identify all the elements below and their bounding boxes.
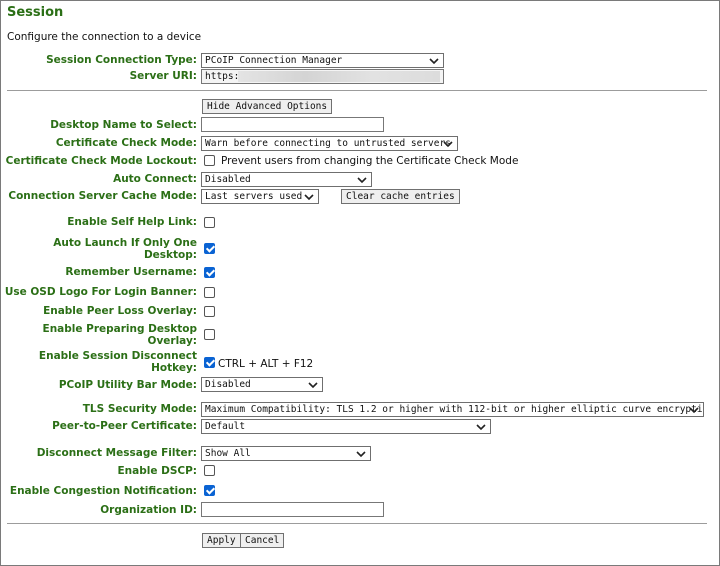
apply-button[interactable]: Apply (202, 533, 241, 548)
connection-type-label: Session Connection Type: (46, 54, 197, 66)
self-help-checkbox[interactable] (204, 217, 215, 228)
cache-mode-select[interactable]: Last servers used (201, 189, 319, 204)
chevron-down-icon (304, 194, 314, 201)
chevron-down-icon (356, 451, 366, 458)
cert-lockout-text: Prevent users from changing the Certific… (221, 155, 519, 167)
congestion-label: Enable Congestion Notification: (9, 485, 197, 497)
server-uri-label: Server URI: (129, 70, 197, 82)
tls-mode-select[interactable]: Maximum Compatibility: TLS 1.2 or higher… (201, 402, 704, 417)
p2p-cert-label: Peer-to-Peer Certificate: (52, 420, 197, 432)
page-subtitle: Configure the connection to a device (7, 31, 202, 43)
osd-logo-checkbox[interactable] (204, 287, 215, 298)
congestion-checkbox[interactable] (204, 485, 215, 496)
disconnect-hotkey-text: CTRL + ALT + F12 (218, 358, 314, 370)
cancel-button[interactable]: Cancel (240, 533, 285, 548)
chevron-down-icon (429, 58, 439, 65)
peer-loss-label: Enable Peer Loss Overlay: (43, 305, 197, 317)
disconnect-filter-select[interactable]: Show All (201, 446, 371, 461)
dscp-checkbox[interactable] (204, 465, 215, 476)
osd-logo-label: Use OSD Logo For Login Banner: (4, 286, 197, 298)
chevron-down-icon (689, 407, 699, 414)
cache-mode-label: Connection Server Cache Mode: (8, 190, 197, 202)
preparing-overlay-checkbox[interactable] (204, 329, 215, 340)
auto-connect-label: Auto Connect: (113, 173, 197, 185)
chevron-down-icon (476, 424, 486, 431)
remember-username-label: Remember Username: (65, 266, 197, 278)
disconnect-filter-label: Disconnect Message Filter: (36, 447, 197, 459)
self-help-label: Enable Self Help Link: (67, 216, 197, 228)
org-id-input[interactable] (201, 502, 384, 517)
redacted-uri (238, 71, 440, 82)
utility-bar-select[interactable]: Disabled (201, 377, 323, 392)
connection-type-value: PCoIP Connection Manager (205, 55, 343, 66)
server-uri-value: https: (205, 71, 240, 82)
cache-mode-value: Last servers used (205, 191, 303, 202)
chevron-down-icon (357, 177, 367, 184)
cert-check-mode-select[interactable]: Warn before connecting to untrusted serv… (201, 136, 458, 151)
p2p-cert-select[interactable]: Default (201, 419, 491, 434)
dscp-label: Enable DSCP: (117, 465, 197, 477)
remember-username-checkbox[interactable] (204, 267, 215, 278)
chevron-down-icon (308, 382, 318, 389)
divider (7, 523, 707, 524)
auto-launch-label: Auto Launch If Only One Desktop: (53, 237, 197, 261)
cert-check-mode-label: Certificate Check Mode: (55, 137, 197, 149)
server-uri-input[interactable]: https: (201, 69, 444, 84)
hide-advanced-button[interactable]: Hide Advanced Options (202, 99, 333, 114)
preparing-overlay-label: Enable Preparing Desktop Overlay: (42, 323, 197, 347)
cert-lockout-checkbox[interactable] (204, 155, 215, 166)
peer-loss-checkbox[interactable] (204, 306, 215, 317)
utility-bar-label: PCoIP Utility Bar Mode: (58, 379, 197, 391)
auto-connect-select[interactable]: Disabled (201, 172, 372, 187)
divider (7, 90, 707, 91)
desktop-name-input[interactable] (201, 117, 384, 132)
cert-lockout-label: Certificate Check Mode Lockout: (5, 155, 197, 167)
tls-mode-label: TLS Security Mode: (82, 403, 197, 415)
disconnect-hotkey-label: Enable Session Disconnect Hotkey: (38, 350, 197, 374)
p2p-cert-value: Default (205, 421, 246, 432)
org-id-label: Organization ID: (100, 504, 197, 516)
desktop-name-label: Desktop Name to Select: (50, 119, 197, 131)
session-panel: Session Configure the connection to a de… (0, 0, 720, 566)
connection-type-select[interactable]: PCoIP Connection Manager (201, 53, 444, 68)
cert-check-mode-value: Warn before connecting to untrusted serv… (205, 138, 451, 149)
chevron-down-icon (443, 141, 453, 148)
tls-mode-value: Maximum Compatibility: TLS 1.2 or higher… (205, 404, 704, 415)
page-title: Session (7, 5, 64, 20)
clear-cache-button[interactable]: Clear cache entries (341, 189, 460, 204)
disconnect-filter-value: Show All (205, 448, 251, 459)
disconnect-hotkey-checkbox[interactable] (204, 357, 215, 368)
utility-bar-value: Disabled (205, 379, 251, 390)
auto-connect-value: Disabled (205, 174, 251, 185)
auto-launch-checkbox[interactable] (204, 243, 215, 254)
